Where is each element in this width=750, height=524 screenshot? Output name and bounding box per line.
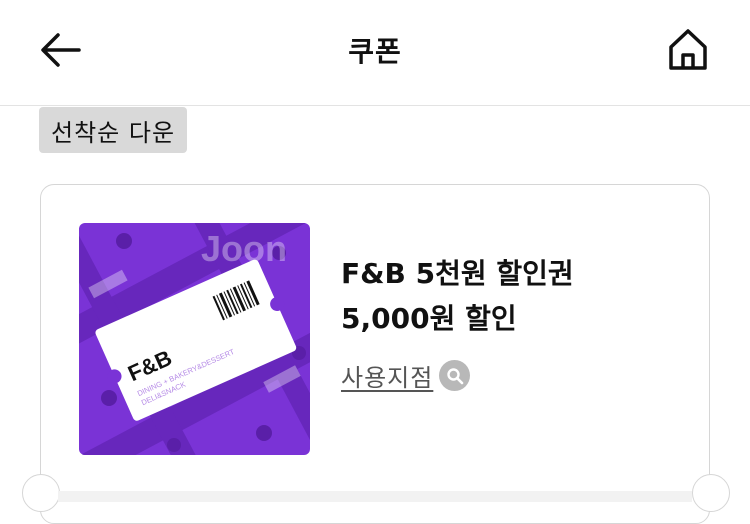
coupon-discount-amount: 5,000원 할인 [341, 302, 517, 335]
home-icon [669, 29, 707, 70]
image-watermark: Joon [201, 228, 287, 269]
page-title: 쿠폰 [348, 35, 402, 68]
card-bottom-strip [58, 491, 692, 502]
coupon-image: F&B DINING + BAKERY&DESSERT DELI&SNACK J… [79, 223, 310, 455]
card-notch-right [692, 474, 730, 512]
store-locations-link[interactable]: 사용지점 [341, 358, 471, 393]
card-notch-left [22, 474, 60, 512]
search-icon [439, 360, 471, 391]
first-come-download-badge: 선착순 다운 [39, 107, 188, 153]
coupon-illustration: F&B DINING + BAKERY&DESSERT DELI&SNACK J… [79, 223, 310, 455]
top-bar: 쿠폰 [0, 0, 750, 106]
store-locations-label: 사용지점 [341, 364, 434, 392]
coupon-name: F&B 5천원 할인권 [341, 257, 574, 290]
home-button[interactable] [664, 24, 712, 74]
